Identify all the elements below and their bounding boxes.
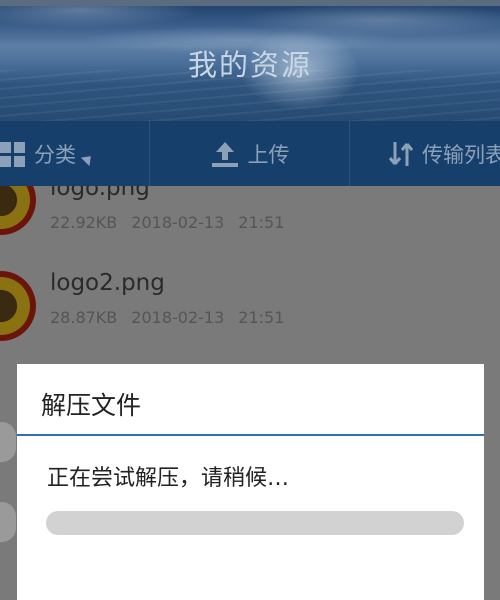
file-name: logo2.png (50, 270, 165, 296)
upload-button[interactable]: 上传 (150, 121, 350, 186)
transfer-list-label: 传输列表 (422, 142, 500, 167)
list-item[interactable]: logo2.png 28.87KB 2018-02-13 21:51 (0, 270, 500, 374)
toolbar: 分类 上传 传输列表 (0, 121, 500, 186)
transfer-list-button[interactable]: 传输列表 (350, 121, 500, 186)
category-button[interactable]: 分类 (0, 121, 150, 186)
dialog-divider (17, 434, 484, 436)
file-thumbnail (0, 271, 36, 341)
dialog-message: 正在尝试解压，请稍候… (47, 466, 290, 491)
list-edge-shape (0, 502, 16, 542)
file-size: 22.92KB (50, 213, 118, 232)
extract-dialog: 解压文件 正在尝试解压，请稍候… (17, 364, 484, 600)
file-meta: 22.92KB 2018-02-13 21:51 (50, 213, 298, 232)
progress-bar (46, 511, 464, 535)
header-banner: 我的资源 (0, 0, 500, 121)
list-edge-shape (0, 422, 16, 462)
page-title: 我的资源 (187, 48, 312, 82)
grid-icon (0, 141, 26, 167)
file-date: 2018-02-13 (131, 308, 225, 327)
dropdown-caret-icon (80, 151, 96, 166)
upload-label: 上传 (247, 142, 290, 167)
upload-icon (210, 140, 240, 168)
dialog-title: 解压文件 (41, 391, 142, 420)
category-label: 分类 (34, 142, 76, 167)
status-bar (0, 0, 500, 6)
file-meta: 28.87KB 2018-02-13 21:51 (50, 308, 298, 327)
file-date: 2018-02-13 (131, 213, 225, 232)
file-time: 21:51 (238, 213, 285, 232)
transfer-arrows-icon (388, 140, 414, 168)
file-name: logo.png (50, 186, 150, 201)
list-item[interactable]: logo.png 22.92KB 2018-02-13 21:51 (0, 186, 500, 268)
file-time: 21:51 (238, 308, 285, 327)
file-thumbnail (0, 186, 36, 235)
file-size: 28.87KB (50, 308, 118, 327)
